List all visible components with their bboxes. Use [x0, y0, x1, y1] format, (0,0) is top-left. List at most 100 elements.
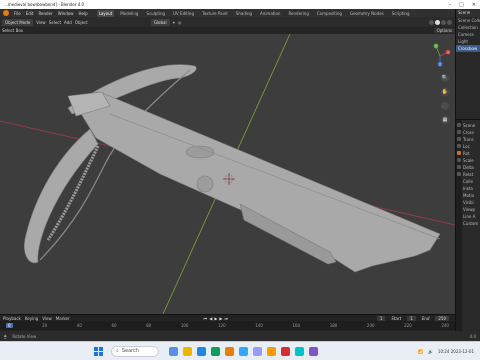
- mode-selector[interactable]: Object Mode: [2, 18, 34, 26]
- tab-rendering[interactable]: Rendering: [286, 10, 310, 17]
- volume-icon[interactable]: 🔊: [428, 349, 433, 354]
- physics-tab-icon[interactable]: [457, 165, 461, 169]
- acrobat-icon[interactable]: [281, 346, 290, 356]
- windows-start-icon[interactable]: [94, 346, 103, 356]
- properties-row[interactable]: Trans: [463, 136, 480, 143]
- properties-row[interactable]: Cross: [463, 129, 480, 136]
- menu-select[interactable]: Select: [49, 20, 61, 25]
- properties-row[interactable]: Colle: [463, 178, 480, 185]
- tab-texture-paint[interactable]: Texture Paint: [200, 10, 230, 17]
- properties-row[interactable]: Viewp: [463, 206, 480, 213]
- blender-logo-icon[interactable]: [3, 10, 9, 16]
- task-view-icon[interactable]: [169, 346, 178, 356]
- menu-timeline-view[interactable]: View: [42, 316, 52, 321]
- timeline-ruler[interactable]: 0 20 40 60 80 100 120 140 160 180 200 22…: [0, 321, 455, 330]
- play-icon[interactable]: ▶: [214, 316, 217, 321]
- jump-end-icon[interactable]: ⏭: [224, 316, 228, 321]
- close-icon[interactable]: ✕: [472, 2, 476, 8]
- render-tab-icon[interactable]: [457, 130, 461, 134]
- tab-animation[interactable]: Animation: [258, 10, 282, 17]
- app-icon[interactable]: [295, 346, 304, 356]
- solid-shading-icon[interactable]: [435, 19, 440, 25]
- scene-tab-icon[interactable]: [457, 144, 461, 148]
- step-back-icon[interactable]: ◀: [209, 316, 212, 321]
- end-frame-field[interactable]: 250: [435, 315, 449, 321]
- properties-row[interactable]: Rot: [463, 150, 480, 157]
- maximize-icon[interactable]: □: [459, 2, 464, 8]
- tab-shading[interactable]: Shading: [234, 10, 254, 17]
- tab-modeling[interactable]: Modeling: [118, 10, 140, 17]
- properties-row[interactable]: Line A: [463, 213, 480, 220]
- menu-help[interactable]: Help: [78, 11, 87, 16]
- menu-marker[interactable]: Marker: [56, 316, 70, 321]
- 3d-viewport[interactable]: X Y Z 🔍 ✋ 🎥 ▦: [0, 34, 455, 314]
- snap-icon[interactable]: ⌖: [173, 20, 175, 25]
- outliner-row[interactable]: Light: [456, 38, 480, 45]
- app-icon[interactable]: [309, 346, 318, 356]
- blender-taskbar-icon[interactable]: [225, 346, 234, 356]
- minimize-icon[interactable]: –: [449, 2, 452, 8]
- menu-render[interactable]: Render: [38, 11, 52, 16]
- tab-scripting[interactable]: Scripting: [390, 10, 412, 17]
- tab-layout[interactable]: Layout: [96, 9, 115, 17]
- nut-mechanism: [196, 175, 214, 193]
- current-frame-field[interactable]: 1: [376, 315, 386, 321]
- material-shading-icon[interactable]: [441, 19, 446, 25]
- premiere-icon[interactable]: [253, 346, 262, 356]
- menu-view[interactable]: View: [36, 20, 46, 25]
- zoom-icon[interactable]: 🔍: [441, 74, 449, 82]
- tab-sculpting[interactable]: Sculpting: [144, 10, 167, 17]
- properties-row[interactable]: Motio: [463, 192, 480, 199]
- ruler-tick: 140: [255, 323, 263, 328]
- transform-orientation-select[interactable]: Global: [150, 18, 170, 26]
- material-tab-icon[interactable]: [457, 172, 461, 176]
- properties-row[interactable]: Scale: [463, 157, 480, 164]
- properties-row[interactable]: Custom: [463, 220, 480, 227]
- properties-row[interactable]: Relat: [463, 171, 480, 178]
- wireframe-shading-icon[interactable]: [429, 19, 434, 25]
- menu-window[interactable]: Window: [58, 11, 74, 16]
- properties-row[interactable]: Visibi: [463, 199, 480, 206]
- menu-add[interactable]: Add: [64, 20, 72, 25]
- output-tab-icon[interactable]: [457, 137, 461, 141]
- tab-geometry-nodes[interactable]: Geometry Nodes: [348, 10, 386, 17]
- properties-row[interactable]: Insta: [463, 185, 480, 192]
- step-forward-icon[interactable]: ▶: [219, 316, 222, 321]
- tab-uv-editing[interactable]: UV Editing: [171, 10, 196, 17]
- jump-start-icon[interactable]: ⏮: [204, 316, 208, 321]
- taskbar-search-input[interactable]: ⌕ Search: [111, 345, 159, 357]
- menu-object[interactable]: Object: [75, 20, 88, 25]
- properties-row[interactable]: Delta: [463, 164, 480, 171]
- proportional-edit-icon[interactable]: ◎: [178, 20, 182, 25]
- modifier-tab-icon[interactable]: [457, 158, 461, 162]
- outliner-row-selected[interactable]: Crossbow: [456, 45, 480, 52]
- menu-edit[interactable]: Edit: [26, 11, 34, 16]
- illustrator-icon[interactable]: [267, 346, 276, 356]
- object-tab-icon[interactable]: [457, 151, 461, 155]
- start-frame-field[interactable]: 1: [407, 315, 416, 321]
- outliner-row[interactable]: Scene Collection: [456, 17, 480, 24]
- tool-tab-icon[interactable]: [457, 123, 461, 127]
- edge-icon[interactable]: [197, 346, 206, 356]
- properties-row[interactable]: Loc: [463, 143, 480, 150]
- outliner-row[interactable]: Camera: [456, 31, 480, 38]
- file-explorer-icon[interactable]: [183, 346, 192, 356]
- outliner-row[interactable]: Collection: [456, 24, 480, 31]
- rendered-shading-icon[interactable]: [447, 19, 452, 25]
- wifi-icon[interactable]: 📶: [418, 349, 423, 354]
- options-dropdown[interactable]: Options: [433, 28, 455, 33]
- pan-hand-icon[interactable]: ✋: [441, 88, 449, 96]
- properties-row[interactable]: Scene: [463, 122, 480, 129]
- tab-compositing[interactable]: Compositing: [315, 10, 344, 17]
- menu-playback[interactable]: Playback: [3, 316, 21, 321]
- chrome-icon[interactable]: [211, 346, 220, 356]
- photoshop-icon[interactable]: [239, 346, 248, 356]
- menu-keying[interactable]: Keying: [25, 316, 38, 321]
- clock[interactable]: 10:24 2023-12-01: [438, 349, 474, 354]
- camera-view-icon[interactable]: 🎥: [441, 102, 449, 110]
- menu-file[interactable]: File: [14, 11, 21, 16]
- select-box-tool[interactable]: Select Box: [2, 28, 23, 33]
- navigation-gizmo[interactable]: X Y Z: [433, 43, 451, 67]
- crossbow-model[interactable]: [24, 64, 441, 273]
- perspective-grid-icon[interactable]: ▦: [441, 116, 449, 124]
